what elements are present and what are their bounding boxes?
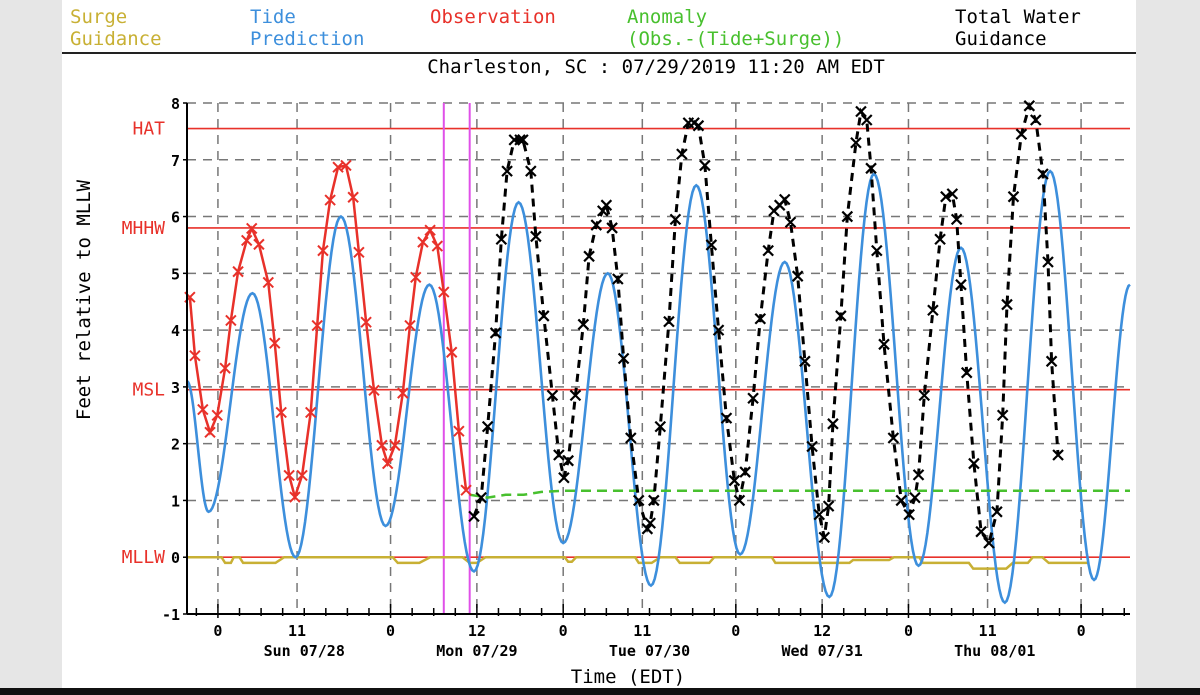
x-tick-label: 0 <box>386 622 395 640</box>
legend-surge-line2: Guidance <box>70 28 162 50</box>
anomaly-line <box>469 489 1130 499</box>
x-tick-label: 0 <box>1077 622 1086 640</box>
x-tick-label: 0 <box>559 622 568 640</box>
total-water-guidance-point <box>860 114 873 126</box>
y-tick-label: 8 <box>171 95 180 113</box>
x-tick-label: 0 <box>904 622 913 640</box>
legend-anomaly-line1: Anomaly <box>627 6 707 28</box>
ref-label-hat: HAT <box>132 119 165 140</box>
y-tick-label: 3 <box>171 379 180 397</box>
ref-label-mllw: MLLW <box>122 547 166 568</box>
y-tick-label: 5 <box>171 265 180 283</box>
observation-line <box>188 163 468 502</box>
x-axis-label: Time (EDT) <box>571 666 685 688</box>
legend-surge-line1: Surge <box>70 6 127 28</box>
legend-total-line1: Total Water <box>955 6 1081 28</box>
y-tick-label: 0 <box>171 549 180 567</box>
x-day-label: Wed 07/31 <box>781 642 862 660</box>
ref-label-mhhw: MHHW <box>122 218 166 239</box>
legend-anomaly-line2: (Obs.-(Tide+Surge)) <box>627 28 844 50</box>
total-water-guidance-line <box>472 101 1060 547</box>
y-tick-label: 6 <box>171 209 180 227</box>
x-tick-label: 12 <box>468 622 486 640</box>
legend-observation: Observation <box>430 6 556 28</box>
observation-point <box>424 224 436 236</box>
grid <box>187 102 1130 614</box>
y-tick-label: 4 <box>171 322 180 340</box>
legend-total-line2: Guidance <box>955 28 1047 50</box>
x-tick-label: 11 <box>979 622 997 640</box>
total-water-guidance-point <box>855 105 867 118</box>
legend-tide-line1: Tide <box>250 6 296 28</box>
x-tick-label: 12 <box>813 622 831 640</box>
x-day-label: Tue 07/30 <box>609 642 690 660</box>
legend-tide-line2: Prediction <box>250 28 364 50</box>
y-tick-label: 2 <box>171 436 180 454</box>
x-tick-label: 11 <box>288 622 306 640</box>
y-tick-label: 1 <box>171 492 180 510</box>
tide-chart: Surge Guidance Tide Prediction Observati… <box>62 6 1136 688</box>
surge-guidance-line <box>187 555 1089 570</box>
legend: Surge Guidance Tide Prediction Observati… <box>62 6 1136 54</box>
x-day-label: Thu 08/01 <box>954 642 1035 660</box>
ref-label-msl: MSL <box>132 380 165 401</box>
chart-title: Charleston, SC : 07/29/2019 11:20 AM EDT <box>427 56 885 78</box>
x-tick-label: 0 <box>731 622 740 640</box>
y-tick-label: -1 <box>162 606 180 624</box>
x-day-label: Sun 07/28 <box>264 642 345 660</box>
y-axis-label: Feet relative to MLLW <box>73 179 95 420</box>
time-markers <box>442 103 471 614</box>
y-tick-label: 7 <box>171 152 180 170</box>
x-tick-label: 11 <box>633 622 651 640</box>
x-day-label: Mon 07/29 <box>436 642 517 660</box>
x-tick-label: 0 <box>213 622 222 640</box>
